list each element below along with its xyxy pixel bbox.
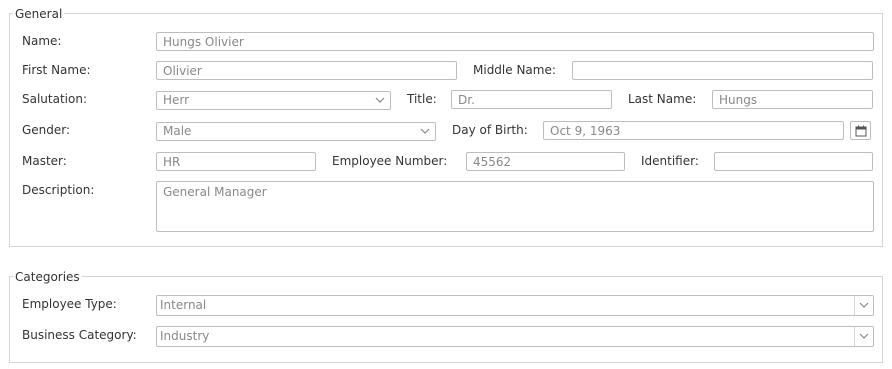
middle-name-label: Middle Name: — [473, 63, 556, 77]
gender-select[interactable]: Male — [156, 122, 436, 141]
employee-type-value: Internal — [160, 298, 207, 312]
middle-name-field[interactable] — [572, 61, 873, 80]
identifier-field[interactable] — [714, 152, 873, 171]
first-name-field[interactable] — [156, 61, 457, 80]
master-label: Master: — [22, 154, 67, 168]
date-picker-button[interactable] — [850, 121, 871, 140]
salutation-label: Salutation: — [22, 92, 87, 106]
title-field[interactable] — [451, 90, 612, 109]
identifier-label: Identifier: — [641, 154, 699, 168]
title-label: Title: — [407, 92, 437, 106]
business-category-dropdown-button[interactable] — [854, 327, 873, 346]
chevron-down-icon — [420, 128, 430, 134]
chevron-down-icon — [859, 333, 869, 339]
salutation-value: Herr — [163, 93, 190, 107]
general-legend: General — [13, 7, 65, 21]
last-name-field[interactable] — [712, 90, 873, 109]
employee-type-label: Employee Type: — [22, 297, 117, 311]
description-label: Description: — [22, 183, 95, 197]
business-category-label: Business Category: — [22, 328, 137, 342]
calendar-icon — [855, 125, 867, 137]
name-label: Name: — [22, 34, 62, 48]
categories-group — [9, 276, 883, 363]
gender-value: Male — [163, 124, 192, 138]
salutation-select[interactable]: Herr — [156, 91, 391, 110]
gender-label: Gender: — [22, 123, 71, 137]
chevron-down-icon — [859, 302, 869, 308]
first-name-label: First Name: — [22, 63, 91, 77]
business-category-select[interactable]: Industry — [156, 326, 874, 347]
employee-number-label: Employee Number: — [332, 154, 448, 168]
last-name-label: Last Name: — [628, 92, 697, 106]
employee-type-select[interactable]: Internal — [156, 295, 874, 316]
employee-number-field[interactable] — [466, 152, 625, 171]
employee-type-dropdown-button[interactable] — [854, 296, 873, 315]
business-category-value: Industry — [160, 329, 210, 343]
name-field[interactable] — [156, 32, 874, 51]
master-field[interactable] — [156, 152, 316, 171]
day-of-birth-label: Day of Birth: — [452, 123, 528, 137]
categories-legend: Categories — [13, 270, 82, 284]
chevron-down-icon — [375, 97, 385, 103]
day-of-birth-field[interactable] — [543, 121, 844, 140]
description-field[interactable]: General Manager — [156, 181, 874, 232]
